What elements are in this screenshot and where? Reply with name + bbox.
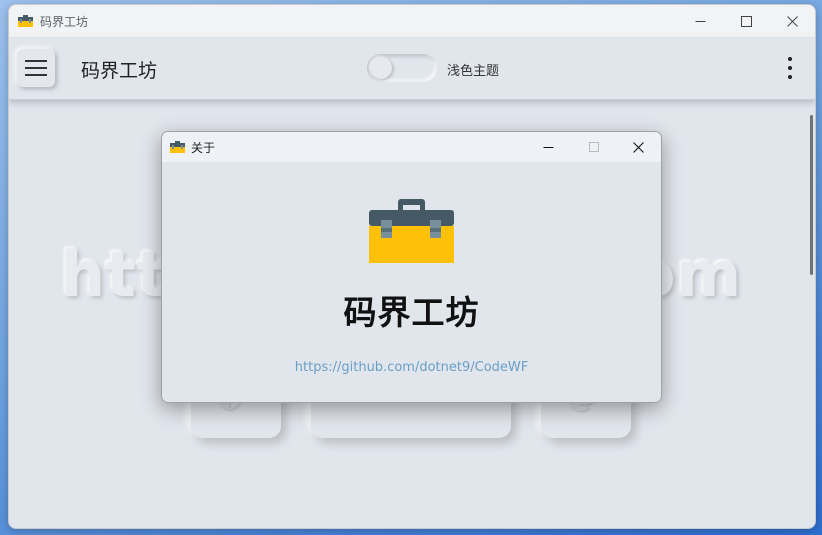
dialog-minimize-button[interactable] xyxy=(526,132,571,162)
more-options-button[interactable] xyxy=(785,57,795,79)
close-button[interactable] xyxy=(769,5,815,37)
close-icon xyxy=(633,141,644,153)
dialog-titlebar[interactable]: 关于 xyxy=(162,132,661,162)
toolbox-icon xyxy=(369,199,454,263)
maximize-button[interactable] xyxy=(723,5,769,37)
toggle-knob xyxy=(370,57,392,79)
toolbox-icon xyxy=(18,15,33,27)
menu-button[interactable] xyxy=(17,49,55,87)
maximize-icon xyxy=(588,142,599,152)
theme-toggle-label: 浅色主题 xyxy=(447,64,500,79)
app-bar: 码界工坊 浅色主题 xyxy=(9,37,815,100)
github-link[interactable]: https://github.com/dotnet9/CodeWF xyxy=(162,360,661,375)
toolbox-icon xyxy=(170,141,185,153)
window-titlebar[interactable]: 码界工坊 xyxy=(9,5,815,37)
more-vertical-icon xyxy=(788,57,792,61)
dialog-app-name: 码界工坊 xyxy=(343,293,480,332)
about-dialog: 关于 码界工坊 https://github.com/dotnet9/CodeW… xyxy=(161,131,662,403)
hamburger-icon xyxy=(25,60,47,76)
dialog-title: 关于 xyxy=(191,140,216,155)
theme-toggle[interactable] xyxy=(367,54,437,82)
minimize-button[interactable] xyxy=(677,5,723,37)
close-icon xyxy=(786,15,798,27)
window-title: 码界工坊 xyxy=(40,14,89,29)
scrollbar[interactable] xyxy=(810,115,813,275)
dialog-close-button[interactable] xyxy=(616,132,661,162)
app-title: 码界工坊 xyxy=(81,60,158,82)
minimize-icon xyxy=(543,146,554,148)
maximize-icon xyxy=(740,15,752,27)
minimize-icon xyxy=(695,20,705,22)
dialog-maximize-button xyxy=(571,132,616,162)
